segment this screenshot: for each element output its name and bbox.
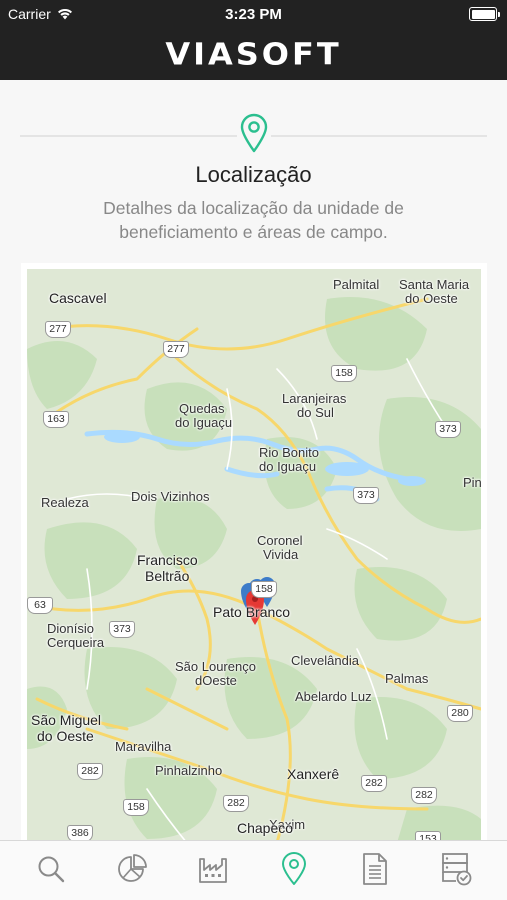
- factory-icon: [198, 857, 227, 883]
- location-screen: Localização Detalhes da localização da u…: [0, 80, 507, 843]
- app-header: VIASOFT: [0, 28, 507, 80]
- pie-chart-icon: [117, 853, 147, 882]
- road-shield: 282: [223, 795, 249, 812]
- city-label: São Lourenço: [175, 659, 256, 674]
- city-label: Rio Bonito: [259, 445, 319, 460]
- city-label: Quedas: [179, 401, 225, 416]
- road-shield: 373: [353, 487, 379, 504]
- section-title: Localização: [195, 162, 312, 187]
- city-label: Laranjeiras: [282, 391, 347, 406]
- city-label: Cascavel: [49, 290, 107, 306]
- road-shield: 163: [43, 411, 69, 428]
- city-label: do Iguaçu: [175, 415, 233, 430]
- city-label: Cerqueira: [47, 635, 105, 650]
- tab-search[interactable]: [26, 844, 76, 894]
- city-label: Coronel: [257, 533, 303, 548]
- tab-charts[interactable]: [107, 844, 157, 894]
- city-label: do Sul: [297, 405, 334, 420]
- city-label: Francisco: [137, 552, 198, 568]
- city-label: do Iguaçu: [259, 459, 317, 474]
- battery-icon: [469, 7, 500, 21]
- road-shield: 373: [435, 421, 461, 438]
- city-label: Abelardo Luz: [295, 689, 372, 704]
- section-description: Detalhes da localização da unidade de be…: [103, 198, 404, 242]
- search-icon: [38, 856, 64, 882]
- road-shield: 282: [361, 775, 387, 792]
- city-label: São Miguel: [31, 712, 102, 728]
- city-label: Dois Vizinhos: [131, 489, 210, 504]
- road-shield: 158: [123, 799, 149, 816]
- city-label: Beltrão: [145, 568, 190, 584]
- city-label: Pato Branco: [213, 604, 291, 620]
- document-icon: [363, 852, 388, 885]
- forest-areas: [27, 297, 481, 843]
- city-label: Palmas: [385, 671, 429, 686]
- viasoft-logo: VIASOFT: [165, 35, 342, 73]
- road-shield: 277: [163, 341, 189, 358]
- location-pin-icon: [240, 113, 268, 153]
- tab-location[interactable]: [269, 844, 319, 894]
- bottom-tab-bar: [0, 840, 507, 900]
- tab-production[interactable]: [188, 844, 238, 894]
- road-shield: 158: [331, 365, 357, 382]
- city-label: Clevelândia: [291, 653, 359, 668]
- location-header-icon: [237, 113, 271, 155]
- road-shield: 280: [447, 705, 473, 722]
- road-shield: 282: [77, 763, 103, 780]
- city-label: do Oeste: [405, 291, 458, 306]
- status-time: 3:23 PM: [225, 6, 282, 23]
- tab-server-check[interactable]: [431, 844, 481, 894]
- city-label: Pinhalzinho: [155, 763, 223, 778]
- city-label: Xanxerê: [287, 766, 340, 782]
- city-label: Vivida: [263, 547, 299, 562]
- location-map[interactable]: Cascavel Palmital Santa Maria do Oeste Q…: [27, 269, 481, 843]
- road-shield: 373: [109, 621, 135, 638]
- city-label: Dionísio: [47, 621, 94, 636]
- city-label: dOeste: [195, 673, 237, 688]
- city-label: Chapecó: [237, 820, 294, 836]
- city-label: do Oeste: [37, 728, 94, 744]
- city-label: Palmital: [333, 277, 380, 292]
- server-check-icon: [442, 852, 472, 885]
- city-label: Santa Maria: [399, 277, 470, 292]
- road-shield: 277: [45, 321, 71, 338]
- city-label: Pin: [463, 475, 481, 490]
- map-terrain: [27, 297, 481, 843]
- location-pin-icon: [282, 851, 307, 885]
- road-shield: 63: [27, 597, 53, 614]
- map-card: Cascavel Palmital Santa Maria do Oeste Q…: [21, 263, 487, 843]
- city-label: Maravilha: [115, 739, 172, 754]
- tab-documents[interactable]: [350, 844, 400, 894]
- status-bar: Carrier 3:23 PM: [0, 0, 507, 28]
- city-label: Realeza: [41, 495, 89, 510]
- road-shield: 158: [251, 581, 277, 598]
- road-shield: 282: [411, 787, 437, 804]
